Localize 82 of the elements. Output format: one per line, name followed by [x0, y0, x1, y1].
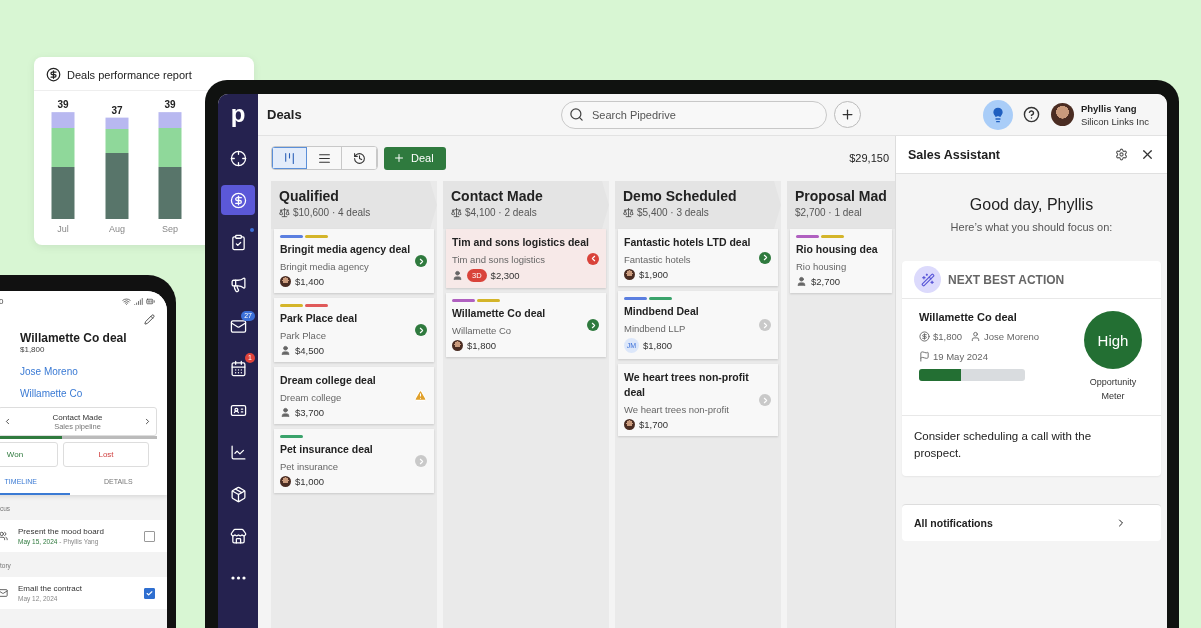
deal-value: $3,700: [295, 407, 325, 418]
contact-link[interactable]: Jose Moreno: [20, 366, 78, 377]
deal-title: Fantastic hotels LTD deal: [624, 235, 751, 250]
deal-organization: Park Place: [280, 330, 326, 341]
card-heading: NEXT BEST ACTION: [948, 272, 1065, 287]
stage-summary: $4,100 · 2 deals: [465, 207, 537, 218]
deal-title: Willamette Co deal: [20, 331, 127, 345]
activity-title: Present the mood board: [18, 527, 105, 536]
stage-summary: $2,700 · 1 deal: [795, 207, 862, 218]
deal-organization: Fantastic hotels: [624, 254, 691, 265]
deal-organization: Dream college: [280, 392, 342, 403]
axis-label: Aug: [109, 224, 125, 234]
deal-organization: Tim and sons logistics: [452, 254, 546, 265]
deal-organization: Bringit media agency: [280, 261, 369, 272]
stage-name: Contact Made: [52, 412, 103, 422]
deal-value: $1,900: [639, 269, 669, 280]
deal-value: $1,800: [643, 340, 673, 351]
company-name: Silicon Links Inc: [1080, 115, 1149, 127]
logo[interactable]: p: [230, 102, 246, 130]
data-label: 37: [111, 104, 123, 116]
pipeline-total: $29,150: [849, 152, 889, 164]
contact-name: Jose Moreno: [984, 331, 1039, 342]
deal-card[interactable]: Bringit media agency deal Bringit media agency $1,400: [274, 229, 434, 293]
deal-organization: Rio housing: [796, 261, 847, 272]
deal-value: $2,300: [490, 270, 520, 281]
deal-card[interactable]: Dream college deal Dream college $3,700: [274, 367, 434, 424]
add-deal-button[interactable]: Deal: [384, 146, 446, 170]
stage-title: Demo Scheduled: [623, 188, 738, 204]
deal-value: $1,400: [295, 276, 325, 287]
status-time: 0: [0, 297, 4, 306]
user-name: Phyllis Yang: [1080, 102, 1138, 114]
deal-organization: Mindbend LLP: [624, 323, 686, 334]
panel-title: Sales Assistant: [908, 147, 1000, 162]
deal-card[interactable]: Fantastic hotels LTD deal Fantastic hotels $1,900: [618, 229, 778, 286]
won-button[interactable]: Won: [0, 442, 58, 467]
stage-title: Contact Made: [451, 188, 544, 204]
activity-title: Email the contract: [18, 584, 84, 593]
organization-link[interactable]: Willamette Co: [20, 388, 83, 399]
report-title: Deals performance report: [67, 68, 192, 81]
opportunity-rating: High: [1084, 311, 1142, 369]
greeting: Good day, Phyllis: [968, 196, 1095, 214]
deal-organization: Pet insurance: [280, 461, 339, 472]
deal-card[interactable]: Pet insurance deal Pet insurance $1,000: [274, 429, 434, 493]
deal-value: $4,500: [295, 345, 325, 356]
deal-value: $1,800: [20, 345, 46, 354]
deal-title[interactable]: Willamette Co deal: [919, 311, 1081, 323]
suggestion-text: Consider scheduling a call with the prospect.: [913, 429, 1093, 461]
stage-summary: $5,400 · 3 deals: [637, 207, 709, 218]
meter-label: Opportunity Meter: [1088, 376, 1138, 403]
deal-value: $1,800: [467, 340, 497, 351]
axis-label: Sep: [162, 224, 178, 234]
deal-value: $1,000: [295, 476, 325, 487]
data-label: 39: [164, 99, 176, 111]
deal-title: Tim and sons logistics deal: [452, 235, 589, 250]
stage-summary: $10,600 · 4 deals: [293, 207, 371, 218]
greeting-subtitle: Here’s what you should focus on:: [949, 221, 1114, 233]
deal-title: Mindbend Deal: [624, 304, 699, 319]
page-title: Deals: [267, 107, 303, 122]
deal-title: Park Place deal: [280, 311, 358, 326]
deal-card[interactable]: We heart trees non-profit deal We heart trees non-profit $1,700: [618, 364, 778, 436]
deal-value: $1,800: [933, 331, 963, 342]
deal-organization: Willamette Co: [452, 325, 512, 336]
deal-card[interactable]: Willamette Co deal Willamette Co $1,800: [446, 293, 606, 357]
notifications-link[interactable]: All notifications: [902, 504, 1161, 541]
deal-title: Rio housing dea: [796, 242, 878, 257]
stage-title: Proposal Mad: [795, 188, 888, 204]
deal-title: Pet insurance deal: [280, 442, 373, 457]
deal-title: Willamette Co deal: [452, 306, 546, 321]
deal-card[interactable]: Park Place deal Park Place $4,500: [274, 298, 434, 362]
lost-button[interactable]: Lost: [63, 442, 149, 467]
deal-value: $2,700: [811, 276, 841, 287]
deal-organization: We heart trees non-profit: [624, 404, 729, 415]
stage-title: Qualified: [279, 188, 340, 204]
deal-value: $1,700: [639, 419, 669, 430]
data-label: 39: [57, 99, 69, 111]
deal-title: We heart trees non-profit deal: [624, 370, 750, 400]
search-field[interactable]: Search Pipedrive: [561, 100, 827, 129]
deal-title: Dream college deal: [280, 373, 376, 388]
close-date: 19 May 2024: [933, 351, 988, 362]
deal-title: Bringit media agency deal: [280, 242, 411, 257]
axis-label: Jul: [57, 224, 69, 234]
deal-card[interactable]: Rio housing dea Rio housing $2,700: [790, 229, 892, 293]
